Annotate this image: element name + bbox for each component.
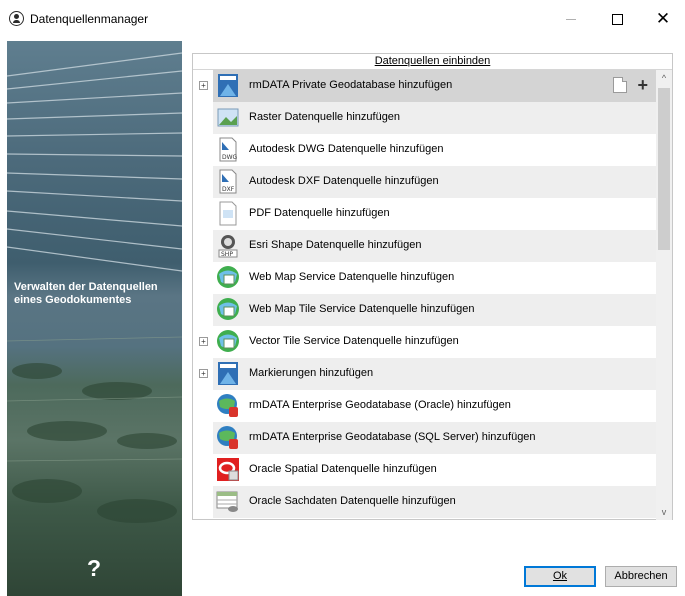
list-item[interactable]: Oracle Spatial Datenquelle hinzufügen <box>193 454 656 486</box>
oracle-table-icon <box>215 488 241 515</box>
list-item-label: Autodesk DXF Datenquelle hinzufügen <box>249 175 439 187</box>
window-title: Datenquellenmanager <box>30 12 149 26</box>
list-item[interactable]: + Vector Tile Service Datenquelle hinzufü… <box>193 326 656 358</box>
list-item-label: rmDATA Enterprise Geodatabase (SQL Serve… <box>249 431 536 443</box>
add-icon[interactable]: + <box>637 76 648 94</box>
scroll-thumb[interactable] <box>658 88 670 250</box>
list-item-label: Web Map Service Datenquelle hinzufügen <box>249 271 455 283</box>
maximize-icon <box>611 13 623 25</box>
list-item-label: Web Map Tile Service Datenquelle hinzufü… <box>249 303 475 315</box>
list-item[interactable]: Oracle Sachdaten Datenquelle hinzufügen <box>193 486 656 518</box>
list-item-label: PDF Datenquelle hinzufügen <box>249 207 390 219</box>
expand-icon[interactable]: + <box>199 337 208 346</box>
markings-icon <box>215 360 241 387</box>
data-source-panel: Datenquellen einbinden + rmDATA Private G… <box>192 53 673 520</box>
scroll-down-button[interactable]: v <box>656 504 672 520</box>
list-item[interactable]: rmDATA Enterprise Geodatabase (SQL Serve… <box>193 422 656 454</box>
enterprise-geodatabase-icon <box>215 392 241 419</box>
list-item-label: rmDATA Enterprise Geodatabase (Oracle) h… <box>249 399 511 411</box>
list-item[interactable]: Web Map Service Datenquelle hinzufügen <box>193 262 656 294</box>
svg-text:DWG: DWG <box>222 154 238 161</box>
cancel-button-label: Abbrechen <box>614 570 668 582</box>
list-item-label: Oracle Spatial Datenquelle hinzufügen <box>249 463 437 475</box>
list-item-label: Vector Tile Service Datenquelle hinzufüg… <box>249 335 459 347</box>
dwg-file-icon: DWG <box>215 136 241 163</box>
ok-button-label: Ok <box>552 570 568 582</box>
list-item[interactable]: PDF Datenquelle hinzufügen <box>193 198 656 230</box>
svg-text:SHP: SHP <box>221 251 233 258</box>
panel-header: Datenquellen einbinden <box>193 54 672 70</box>
list-item[interactable]: DXF Autodesk DXF Datenquelle hinzufügen <box>193 166 656 198</box>
enterprise-geodatabase-icon <box>215 424 241 451</box>
oracle-spatial-icon <box>215 456 241 483</box>
scroll-up-button[interactable]: ^ <box>656 70 672 86</box>
cancel-button[interactable]: Abbrechen <box>605 566 677 587</box>
svg-text:DXF: DXF <box>222 186 235 193</box>
sidebar-caption-line1: Verwalten der Datenquellen <box>14 281 158 293</box>
shp-file-icon: SHP <box>215 232 241 259</box>
sidebar-caption: Verwalten der Datenquellen eines Geodoku… <box>14 281 158 307</box>
help-button[interactable]: ? <box>87 557 101 580</box>
expand-icon[interactable]: + <box>199 81 208 90</box>
app-icon <box>9 11 24 26</box>
list-item-label: rmDATA Private Geodatabase hinzufügen <box>249 79 453 91</box>
expand-icon[interactable]: + <box>199 369 208 378</box>
list-item[interactable]: + Markierungen hinzufügen <box>193 358 656 390</box>
globe-map-icon <box>215 328 241 355</box>
panel-header-label: Datenquellen einbinden <box>374 55 491 67</box>
list-item-label: Esri Shape Datenquelle hinzufügen <box>249 239 422 251</box>
minimize-button[interactable] <box>548 0 594 38</box>
sidebar-caption-line2: eines Geodokumentes <box>14 294 132 306</box>
list-item[interactable]: Web Map Tile Service Datenquelle hinzufü… <box>193 294 656 326</box>
list-item[interactable]: + rmDATA Private Geodatabase hinzufügen + <box>193 70 656 102</box>
geodatabase-icon <box>215 72 241 99</box>
title-bar: Datenquellenmanager ✕ <box>0 0 685 38</box>
list-item[interactable]: Raster Datenquelle hinzufügen <box>193 102 656 134</box>
list-item-label: Markierungen hinzufügen <box>249 367 374 379</box>
new-document-icon[interactable] <box>613 77 628 93</box>
close-button[interactable]: ✕ <box>640 0 685 38</box>
close-icon: ✕ <box>655 8 671 29</box>
list-item[interactable]: SHP Esri Shape Datenquelle hinzufügen <box>193 230 656 262</box>
maximize-button[interactable] <box>594 0 640 38</box>
minimize-icon <box>566 18 576 20</box>
data-source-list: + rmDATA Private Geodatabase hinzufügen + R… <box>193 70 656 520</box>
dxf-file-icon: DXF <box>215 168 241 195</box>
globe-map-icon <box>215 264 241 291</box>
pdf-icon <box>215 200 241 227</box>
raster-icon <box>215 104 241 131</box>
banner-image <box>7 52 182 523</box>
row-actions: + <box>613 76 648 94</box>
list-item[interactable]: rmDATA Enterprise Geodatabase (Oracle) h… <box>193 390 656 422</box>
globe-map-icon <box>215 296 241 323</box>
list-item-label: Autodesk DWG Datenquelle hinzufügen <box>249 143 444 155</box>
list-item[interactable]: DWG Autodesk DWG Datenquelle hinzufügen <box>193 134 656 166</box>
sidebar-banner: Verwalten der Datenquellen eines Geodoku… <box>7 41 182 596</box>
ok-button[interactable]: Ok <box>524 566 596 587</box>
vertical-scrollbar[interactable]: ^ v <box>656 70 672 520</box>
list-item-label: Oracle Sachdaten Datenquelle hinzufügen <box>249 495 456 507</box>
list-item-label: Raster Datenquelle hinzufügen <box>249 111 401 123</box>
